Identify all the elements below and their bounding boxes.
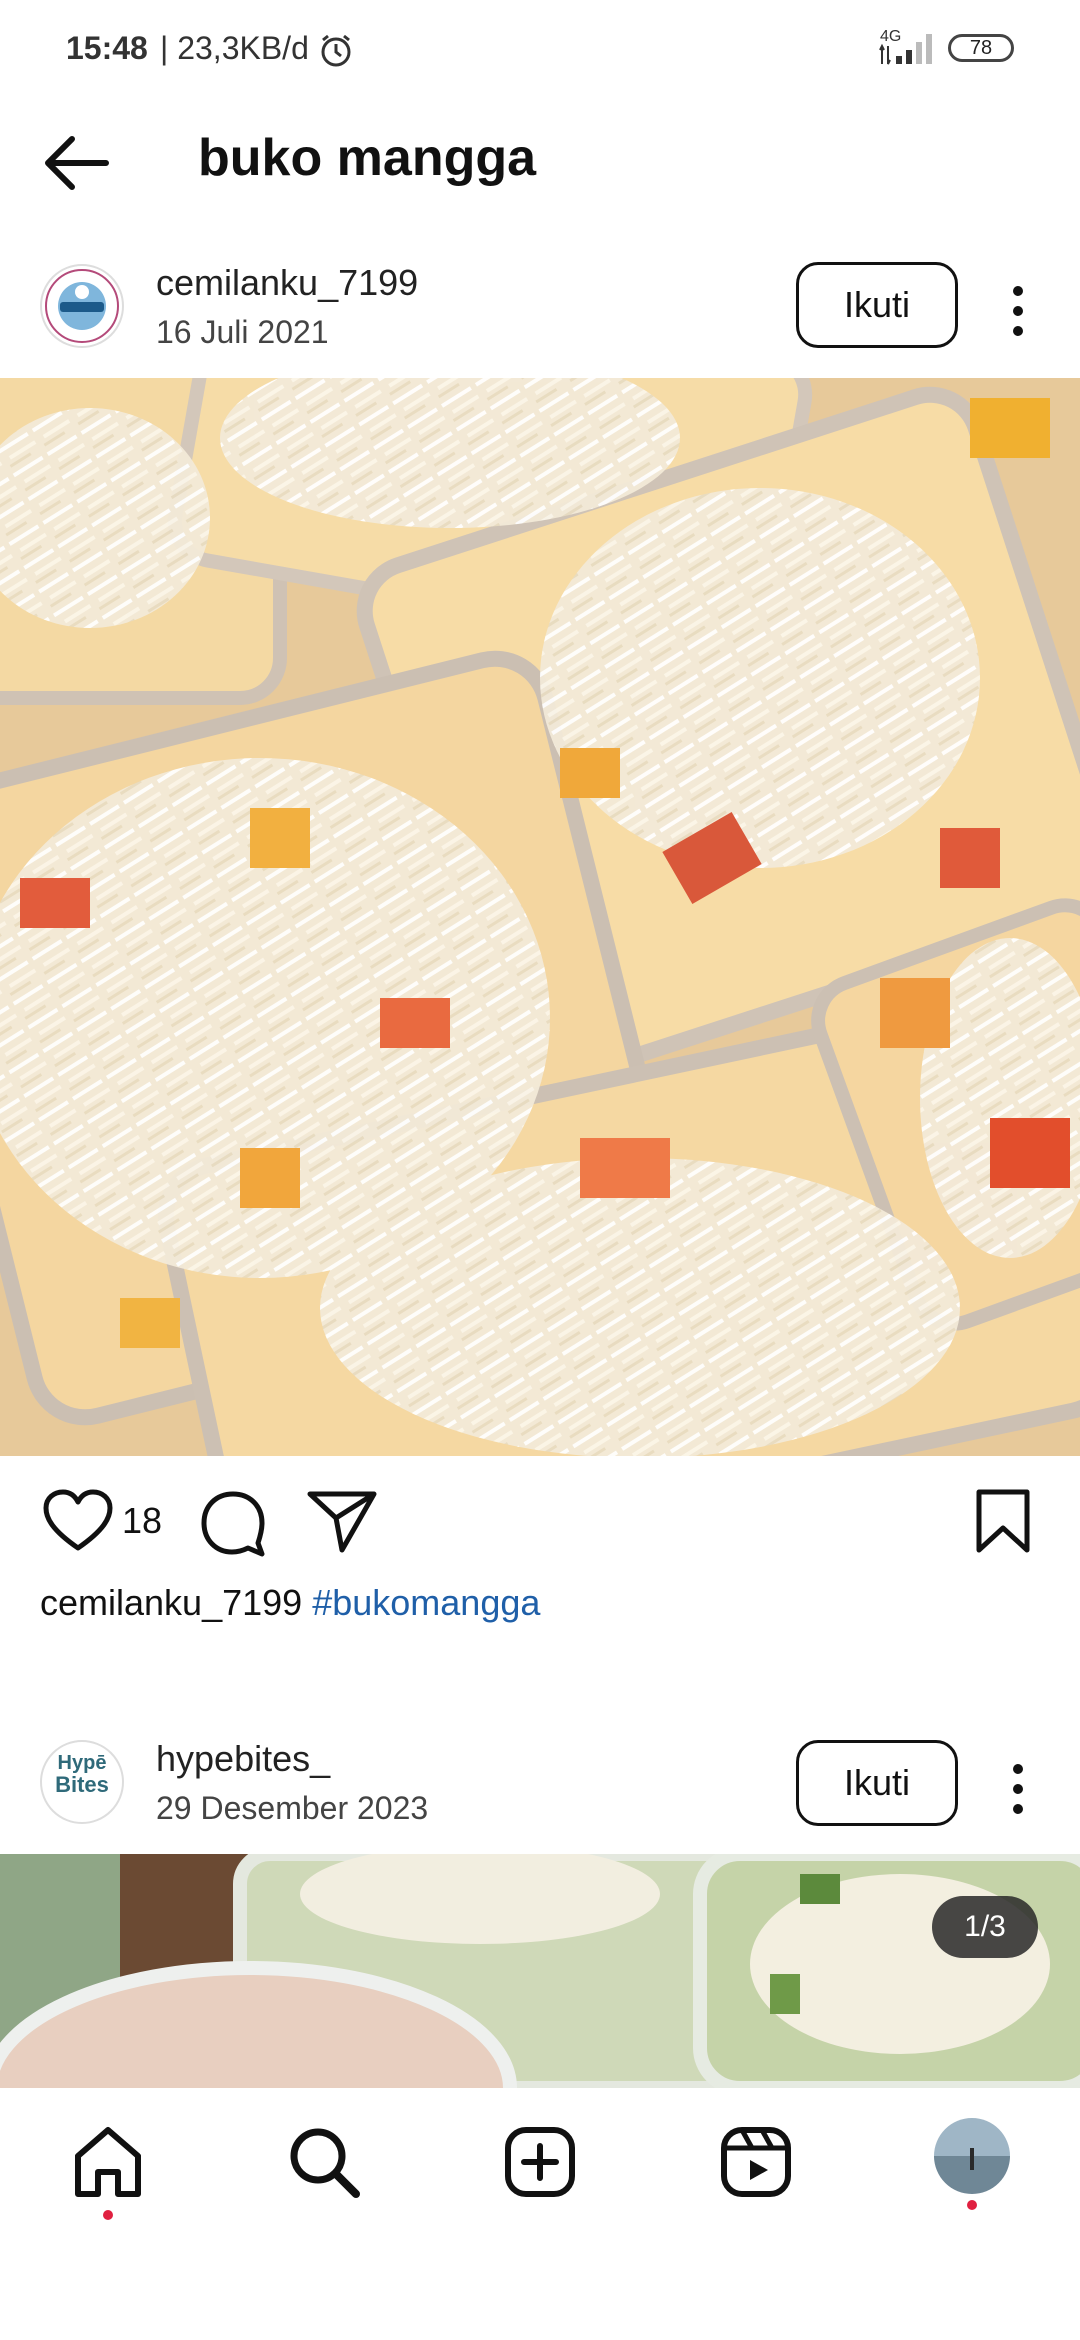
avatar-logo-text-1: Hypē bbox=[57, 1752, 107, 1774]
profile-avatar[interactable] bbox=[934, 2118, 1010, 2194]
post-caption: cemilanku_7199 #bukomangga bbox=[40, 1582, 540, 1624]
home-icon[interactable] bbox=[68, 2122, 148, 2202]
more-options-icon[interactable] bbox=[1006, 286, 1030, 346]
bookmark-icon[interactable] bbox=[974, 1488, 1032, 1554]
alarm-icon bbox=[321, 34, 351, 67]
post-username[interactable]: cemilanku_7199 bbox=[156, 262, 418, 304]
more-options-icon[interactable] bbox=[1006, 1764, 1030, 1824]
avatar-logo-text-2: Bites bbox=[55, 1772, 109, 1797]
status-bar: 15:48 | 23,3KB/d 4G 78 bbox=[0, 0, 1080, 100]
caption-hashtag[interactable]: #bukomangga bbox=[312, 1582, 540, 1623]
search-icon[interactable] bbox=[284, 2122, 364, 2202]
signal-icon bbox=[879, 34, 932, 65]
reels-icon[interactable] bbox=[716, 2122, 796, 2202]
page-title: buko mangga bbox=[198, 129, 537, 187]
post-date: 16 Juli 2021 bbox=[156, 314, 329, 350]
post-username[interactable]: hypebites_ bbox=[156, 1738, 330, 1780]
post-photo[interactable] bbox=[0, 378, 1080, 1456]
profile-photo-icon bbox=[934, 2118, 1010, 2194]
like-count[interactable]: 18 bbox=[122, 1500, 162, 1542]
caption-username[interactable]: cemilanku_7199 bbox=[40, 1582, 302, 1623]
comment-icon[interactable] bbox=[198, 1488, 268, 1558]
network-speed: | 23,3KB/d bbox=[160, 30, 309, 66]
follow-button[interactable]: Ikuti bbox=[796, 262, 958, 348]
cemilanku-logo-icon bbox=[45, 269, 119, 343]
bottom-navigation bbox=[0, 2088, 1080, 2340]
top-header bbox=[0, 100, 1080, 230]
avatar[interactable]: Hypē Bites bbox=[40, 1740, 124, 1824]
share-icon[interactable] bbox=[306, 1488, 378, 1554]
notification-dot bbox=[967, 2200, 977, 2210]
like-heart-icon[interactable] bbox=[42, 1488, 114, 1554]
post-date: 29 Desember 2023 bbox=[156, 1790, 429, 1826]
food-photo-illustration bbox=[0, 1854, 1080, 2088]
food-photo-illustration bbox=[0, 378, 1080, 1456]
post-photo[interactable] bbox=[0, 1854, 1080, 2088]
notification-dot bbox=[103, 2210, 113, 2220]
back-arrow-icon[interactable] bbox=[40, 126, 114, 200]
create-icon[interactable] bbox=[500, 2122, 580, 2202]
avatar[interactable] bbox=[40, 264, 124, 348]
status-time: 15:48 bbox=[66, 30, 148, 66]
image-counter: 1/3 bbox=[932, 1896, 1038, 1958]
battery-indicator: 78 bbox=[948, 34, 1014, 62]
follow-button[interactable]: Ikuti bbox=[796, 1740, 958, 1826]
